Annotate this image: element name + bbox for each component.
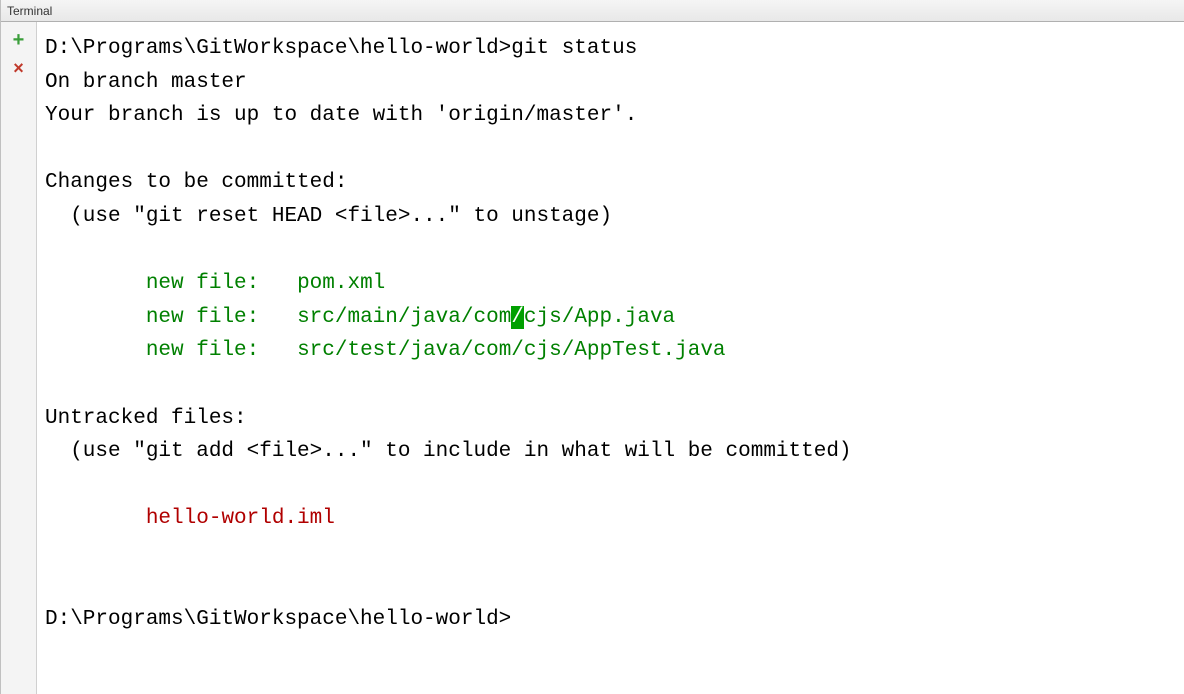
- close-session-icon[interactable]: ×: [9, 58, 29, 78]
- staged-file-part: cjs/App.java: [524, 306, 675, 329]
- staged-file-part: src/main/java/com: [297, 306, 511, 329]
- cursor-block: /: [511, 306, 524, 329]
- untracked-indent: [45, 507, 146, 530]
- add-session-icon[interactable]: +: [9, 30, 29, 50]
- output-line: (use "git add <file>..." to include in w…: [45, 440, 852, 463]
- terminal-header: Terminal: [1, 0, 1184, 22]
- output-line: Your branch is up to date with 'origin/m…: [45, 104, 637, 127]
- output-line: Untracked files:: [45, 407, 247, 430]
- staged-indent: [45, 272, 146, 295]
- output-line: (use "git reset HEAD <file>..." to unsta…: [45, 205, 612, 228]
- staged-label: new file:: [146, 339, 297, 362]
- terminal-sidebar: + ×: [1, 22, 37, 694]
- untracked-file: hello-world.iml: [146, 507, 335, 530]
- prompt-path: D:\Programs\GitWorkspace\hello-world>: [45, 37, 511, 60]
- terminal-title: Terminal: [7, 4, 52, 18]
- terminal-output[interactable]: D:\Programs\GitWorkspace\hello-world>git…: [37, 22, 1184, 694]
- terminal-body: + × D:\Programs\GitWorkspace\hello-world…: [1, 22, 1184, 694]
- prompt-path: D:\Programs\GitWorkspace\hello-world>: [45, 608, 511, 631]
- staged-label: new file:: [146, 272, 297, 295]
- staged-indent: [45, 339, 146, 362]
- staged-file: src/test/java/com/cjs/AppTest.java: [297, 339, 725, 362]
- output-line: Changes to be committed:: [45, 171, 347, 194]
- terminal-window: Terminal + × D:\Programs\GitWorkspace\he…: [0, 0, 1184, 694]
- prompt-command: git status: [511, 37, 637, 60]
- staged-file: pom.xml: [297, 272, 385, 295]
- staged-label: new file:: [146, 306, 297, 329]
- staged-indent: [45, 306, 146, 329]
- output-line: On branch master: [45, 71, 247, 94]
